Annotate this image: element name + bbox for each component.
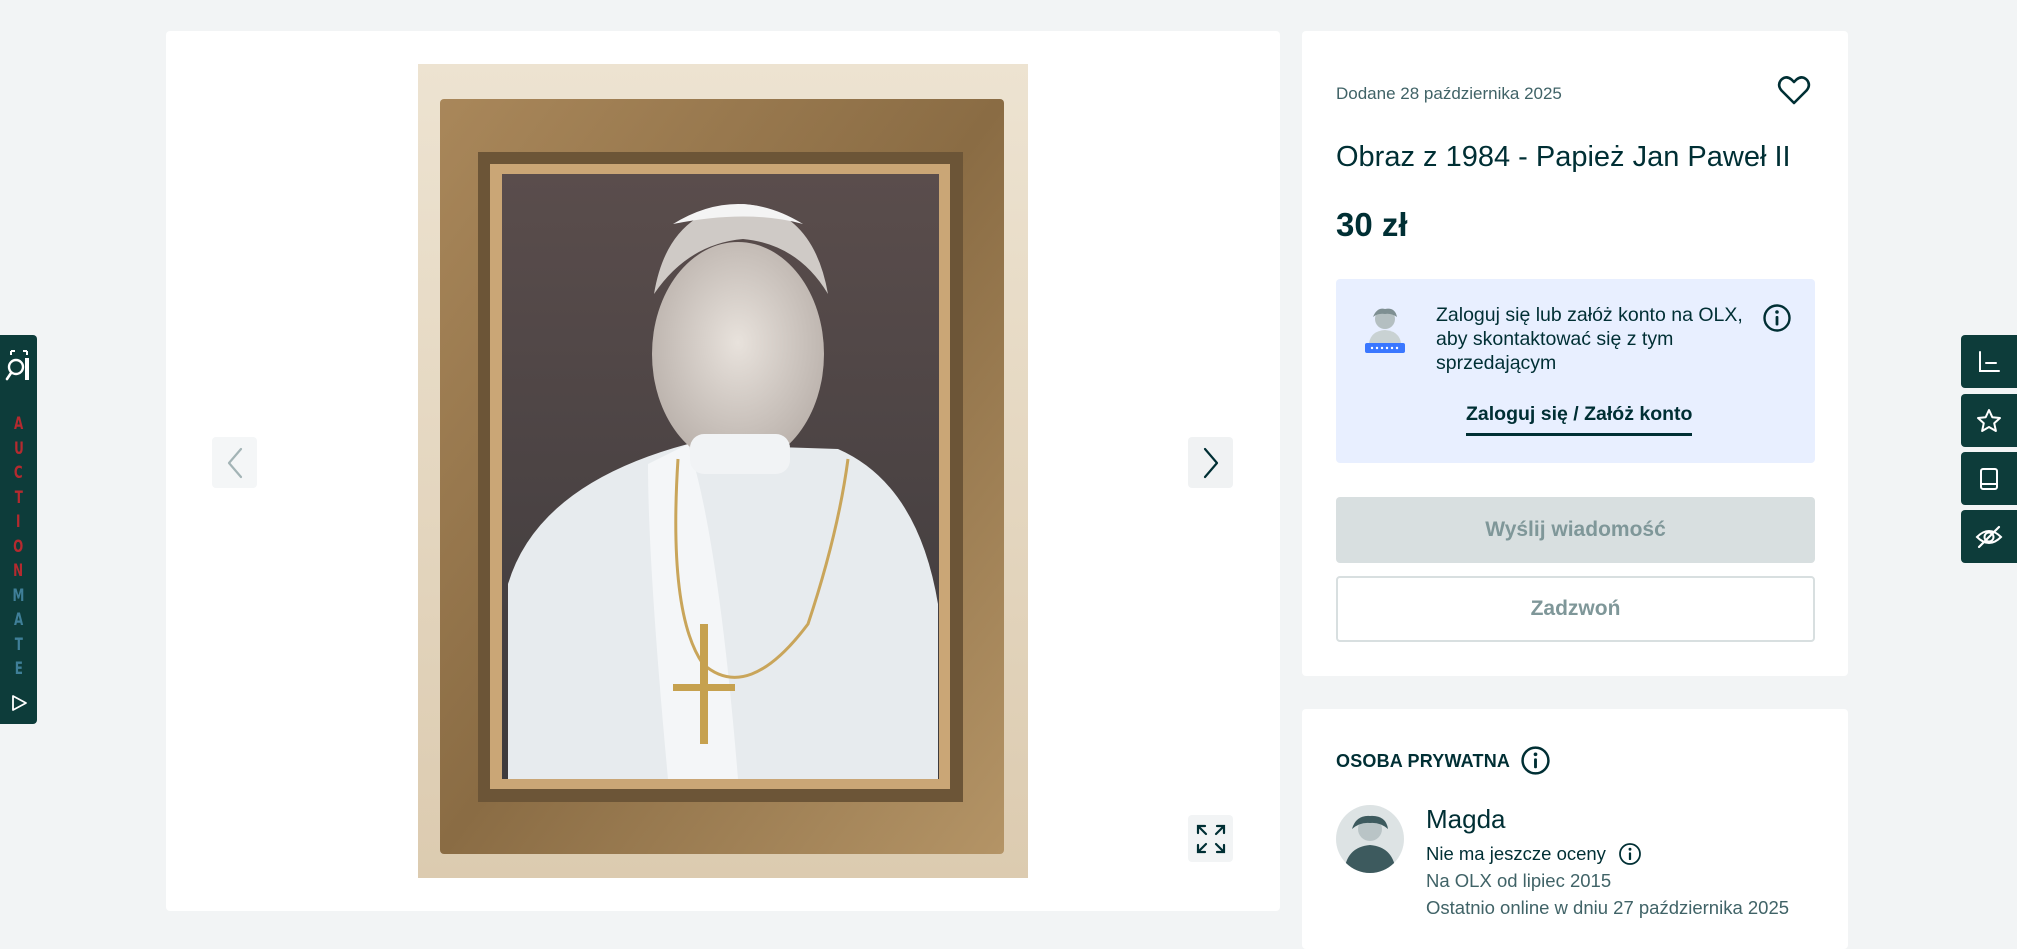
wordmark-letter: T <box>14 487 23 508</box>
seller-member-since: Na OLX od lipiec 2015 <box>1426 870 1612 891</box>
book-toolbar-button[interactable] <box>1961 452 2017 505</box>
listing-date: Dodane 28 października 2025 <box>1336 84 1562 103</box>
wordmark-letter: T <box>14 634 23 655</box>
wordmark-letter: A <box>13 414 24 434</box>
seller-type-label: OSOBA PRYWATNA <box>1336 751 1511 771</box>
listing-details-card: Dodane 28 października 2025 Obraz z 1984… <box>1302 31 1848 676</box>
info-icon[interactable] <box>1520 745 1551 776</box>
gallery-prev-button[interactable] <box>212 437 257 488</box>
wordmark-letter: I <box>16 512 21 532</box>
seller-rating: Nie ma jeszcze oceny <box>1426 843 1606 864</box>
book-icon <box>1980 467 1998 490</box>
chart-icon <box>1979 350 2000 372</box>
wordmark-letter: M <box>12 585 25 606</box>
fullscreen-button[interactable] <box>1188 815 1233 862</box>
hide-toolbar-button[interactable] <box>1961 510 2017 563</box>
eye-off-icon <box>1975 525 2003 548</box>
seller-last-online: Ostatnio online w dniu 27 października 2… <box>1426 897 1790 918</box>
heart-icon <box>1777 76 1811 105</box>
framed-portrait-image <box>418 64 1028 878</box>
chevron-left-icon <box>227 447 242 478</box>
info-icon[interactable] <box>1618 842 1642 866</box>
listing-photo[interactable] <box>418 64 1028 878</box>
listing-price: 30 zł <box>1336 206 1408 243</box>
image-gallery <box>166 31 1280 911</box>
favorite-button[interactable] <box>1777 73 1811 107</box>
call-button[interactable]: Zadzwoń <box>1336 576 1815 642</box>
favorite-toolbar-button[interactable] <box>1961 394 2017 447</box>
wordmark-letter: E <box>14 659 23 679</box>
login-register-link[interactable]: Zaloguj się / Załóż konto <box>1466 403 1693 436</box>
wordmark-letter: C <box>14 463 23 483</box>
login-prompt-text: Zaloguj się lub załóż konto na OLX, aby … <box>1436 304 1743 374</box>
gallery-next-button[interactable] <box>1188 437 1233 488</box>
wordmark-letter: U <box>13 438 24 459</box>
login-prompt-box: Zaloguj się lub załóż konto na OLX, aby … <box>1336 279 1815 463</box>
avatar <box>1336 805 1404 873</box>
seller-card: OSOBA PRYWATNA Magda Nie ma jeszcze ocen… <box>1302 709 1848 949</box>
send-message-button[interactable]: Wyślij wiadomość <box>1336 497 1815 563</box>
star-icon <box>1977 408 2001 432</box>
default-avatar-icon <box>1336 805 1404 873</box>
play-icon[interactable] <box>9 693 29 713</box>
chart-toolbar-button[interactable] <box>1961 335 2017 388</box>
auctionmate-extension-tab[interactable]: A U C T I O N M A T E <box>0 335 37 724</box>
expand-icon <box>1196 824 1225 853</box>
search-icon[interactable] <box>5 348 33 382</box>
wordmark-letter: A <box>13 610 24 630</box>
info-icon[interactable] <box>1762 303 1792 333</box>
chevron-right-icon <box>1203 447 1218 478</box>
user-login-illustration-icon <box>1365 308 1405 353</box>
listing-title: Obraz z 1984 - Papież Jan Paweł II <box>1336 141 1791 173</box>
wordmark-letter: O <box>13 536 24 557</box>
seller-name[interactable]: Magda <box>1426 804 1506 835</box>
wordmark-letter: N <box>13 561 24 581</box>
auctionmate-wordmark: A U C T I O N M A T E <box>0 412 37 682</box>
